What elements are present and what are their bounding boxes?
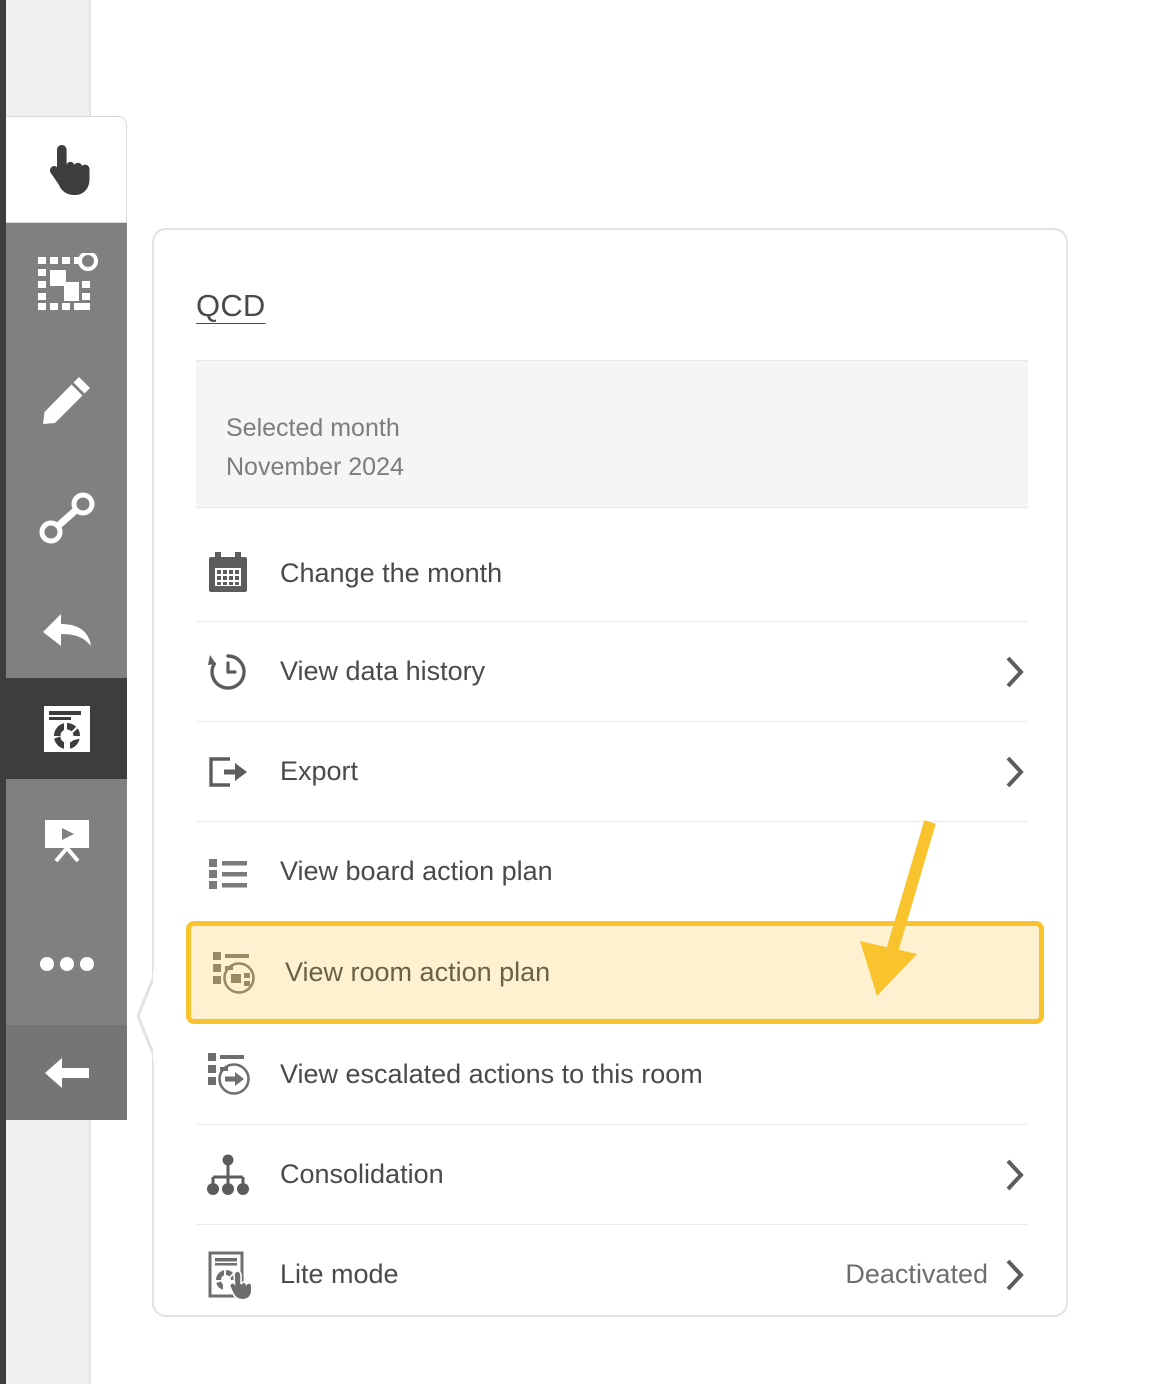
toolbar-button-more-tool[interactable] — [6, 902, 127, 1025]
link-nodes-icon — [39, 492, 95, 544]
menu-item-label: Consolidation — [280, 1159, 444, 1189]
ellipsis-icon — [39, 956, 95, 972]
toolbar-button-link-tool[interactable] — [6, 459, 127, 577]
pencil-icon — [41, 374, 93, 426]
menu-item-view-board-action-plan[interactable]: View board action plan — [196, 821, 1028, 921]
toolbar-button-select-objects-tool[interactable] — [6, 223, 127, 341]
toolbar-button-board-tool[interactable] — [6, 678, 127, 779]
selected-month-box: Selected month November 2024 — [196, 360, 1028, 508]
menu-item-label: Lite mode — [280, 1259, 399, 1289]
toolbar-button-back-tool[interactable] — [6, 1025, 127, 1120]
toolbar-button-cursor-tool[interactable] — [6, 116, 127, 223]
menu-item-change-the-month[interactable]: Change the month — [196, 525, 1028, 621]
hierarchy-icon — [206, 1149, 262, 1201]
toolbar-button-presentation-tool[interactable] — [6, 779, 127, 902]
panel-callout-pointer — [135, 970, 158, 1062]
menu-item-view-data-history[interactable]: View data history — [196, 621, 1028, 721]
lite-mode-status-value: Deactivated — [845, 1259, 988, 1289]
menu-item-label: Export — [280, 756, 359, 786]
selected-month-value: November 2024 — [226, 452, 404, 481]
menu-item-consolidation[interactable]: Consolidation — [196, 1124, 1028, 1224]
undo-arrow-icon — [39, 606, 95, 650]
bullet-list-icon — [206, 846, 262, 898]
menu-item-view-room-action-plan[interactable]: View room action plan — [186, 921, 1044, 1024]
menu-item-label: View board action plan — [280, 856, 553, 886]
chevron-right-icon — [1002, 1157, 1028, 1193]
toolbar-button-draw-tool[interactable] — [6, 341, 127, 459]
menu-item-label: View data history — [280, 656, 486, 686]
arrow-left-icon — [42, 1054, 92, 1092]
marquee-select-icon — [36, 253, 98, 311]
presentation-icon — [42, 817, 92, 865]
selected-month-label: Selected month — [226, 414, 400, 442]
calendar-icon — [206, 547, 262, 599]
chevron-right-icon — [1002, 1257, 1028, 1293]
menu-item-label: View escalated actions to this room — [280, 1058, 703, 1089]
chevron-right-icon — [1002, 654, 1028, 690]
room-action-plan-icon — [211, 947, 267, 999]
board-chart-icon — [42, 704, 92, 754]
menu-item-export[interactable]: Export — [196, 721, 1028, 821]
toolbar-button-undo-tool[interactable] — [6, 577, 127, 678]
menu-list: Change the month View data history Expor… — [186, 525, 1044, 1324]
pointer-hand-icon — [43, 144, 91, 196]
vertical-toolbar — [6, 116, 127, 1176]
menu-item-view-escalated-actions-to-this-room[interactable]: View escalated actions to this room — [196, 1024, 1028, 1124]
lite-mode-icon — [206, 1249, 262, 1301]
chevron-right-icon — [1002, 754, 1028, 790]
export-arrow-icon — [206, 746, 262, 798]
menu-item-label: Change the month — [280, 557, 503, 588]
escalated-actions-icon — [206, 1048, 262, 1100]
screen: QCD Selected month November 2024 Change … — [0, 0, 1171, 1384]
context-menu-panel: QCD Selected month November 2024 Change … — [136, 228, 1068, 1317]
menu-item-lite-mode[interactable]: Lite mode Deactivated — [196, 1224, 1028, 1324]
page-title: QCD — [196, 288, 266, 323]
history-clock-icon — [206, 646, 262, 698]
menu-item-label: View room action plan — [285, 957, 551, 987]
